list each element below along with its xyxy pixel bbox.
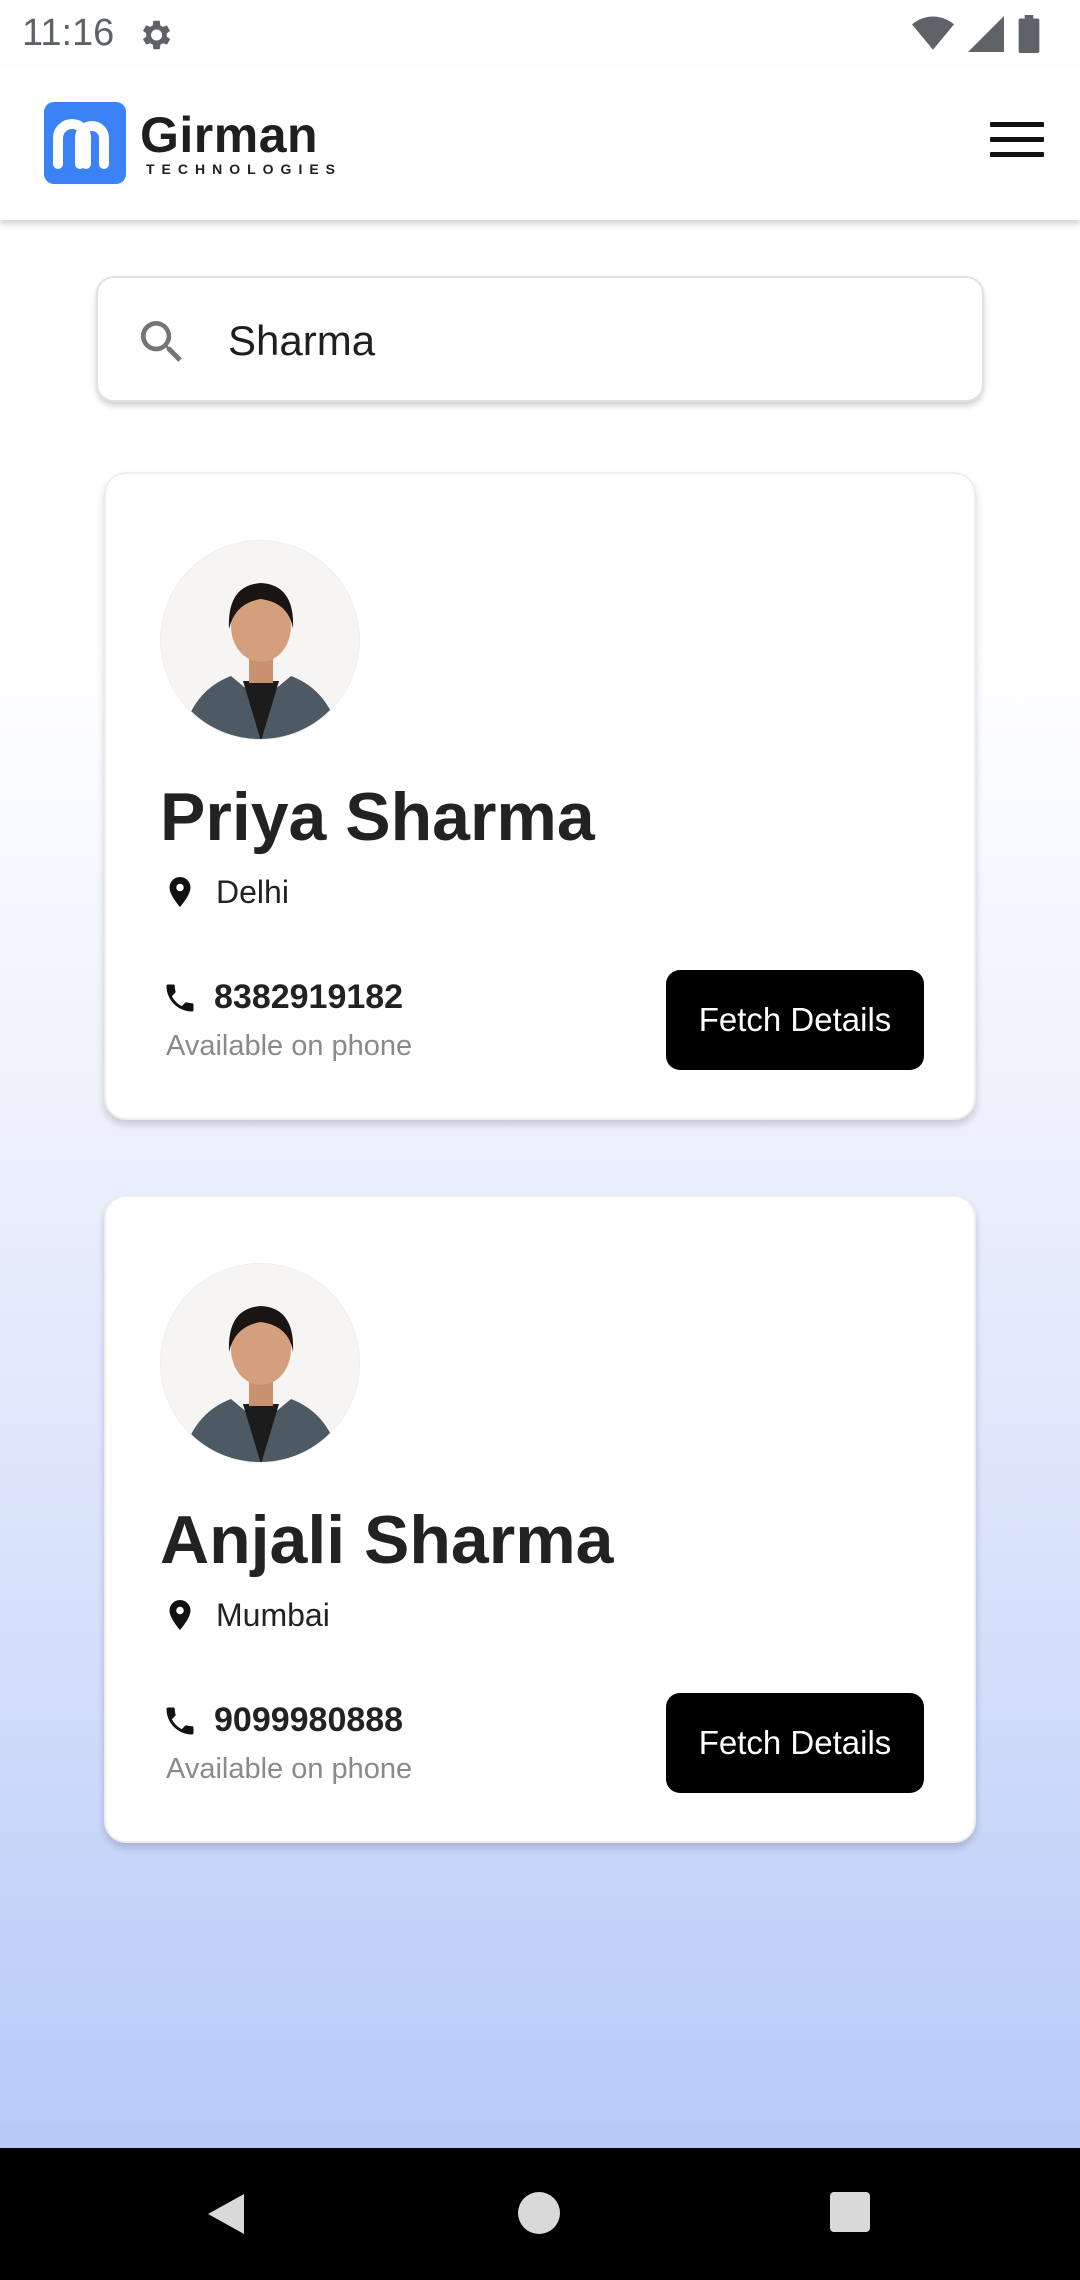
person-name: Anjali Sharma <box>160 1502 614 1578</box>
search-icon <box>140 321 182 362</box>
phone-icon <box>166 984 194 1012</box>
avatar <box>160 1263 360 1463</box>
fetch-details-button[interactable]: Fetch Details <box>666 1693 924 1793</box>
wifi-icon <box>912 16 954 50</box>
location-pin-icon <box>169 877 191 907</box>
phone-icon <box>166 1707 194 1735</box>
home-icon[interactable] <box>518 2192 560 2234</box>
hamburger-menu-icon[interactable] <box>990 122 1044 162</box>
person-location: Delhi <box>216 874 289 910</box>
company-logo[interactable]: Girman TECHNOLOGIES <box>44 102 342 184</box>
availability-text: Available on phone <box>166 1030 413 1062</box>
app-header: Girman TECHNOLOGIES <box>0 66 1080 220</box>
main-content: Priya Sharma Delhi 8382919182 Available … <box>0 220 1080 2148</box>
person-name: Priya Sharma <box>160 779 595 855</box>
logo-name: Girman <box>140 107 319 163</box>
signal-icon <box>968 16 1004 52</box>
person-card: Priya Sharma Delhi 8382919182 Available … <box>104 472 976 1120</box>
logo-mark-icon <box>44 102 126 184</box>
person-location: Mumbai <box>216 1597 330 1633</box>
logo-tagline: TECHNOLOGIES <box>146 161 343 177</box>
avatar <box>160 540 360 740</box>
system-nav-bar <box>0 2148 1080 2280</box>
person-phone: 9099980888 <box>214 1701 404 1739</box>
availability-text: Available on phone <box>166 1753 413 1785</box>
back-icon[interactable] <box>206 2192 246 2236</box>
fetch-details-button[interactable]: Fetch Details <box>666 970 924 1070</box>
battery-icon <box>1018 15 1040 53</box>
status-time: 11:16 <box>22 12 115 54</box>
person-phone: 8382919182 <box>214 978 404 1016</box>
status-bar: 11:16 <box>0 0 1080 66</box>
search-bar[interactable] <box>96 276 984 402</box>
location-pin-icon <box>169 1600 191 1630</box>
search-input[interactable] <box>226 308 950 374</box>
gear-icon <box>142 20 171 50</box>
recents-icon[interactable] <box>830 2192 870 2232</box>
person-card: Anjali Sharma Mumbai 9099980888 Availabl… <box>104 1195 976 1843</box>
